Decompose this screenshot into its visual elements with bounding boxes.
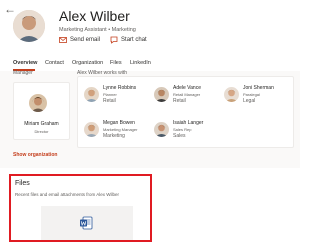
person-department: Legal xyxy=(243,98,256,104)
profile-header: ← Alex Wilber Marketing Assistant • Mark… xyxy=(0,0,300,58)
person-department: Retail xyxy=(173,98,186,104)
send-email-label: Send email xyxy=(70,37,101,43)
manager-label: Manager xyxy=(13,70,33,76)
person-title: Sales Rep xyxy=(173,127,192,132)
word-document-icon xyxy=(80,216,93,230)
avatar xyxy=(29,94,47,112)
person-card[interactable]: Isaiah Langer Sales Rep Sales xyxy=(154,120,214,140)
avatar xyxy=(84,122,99,137)
send-email-button[interactable]: Send email xyxy=(59,36,100,44)
tab-files[interactable]: Files xyxy=(110,60,122,66)
profile-name: Alex Wilber xyxy=(59,8,130,24)
person-department: Marketing xyxy=(103,133,125,139)
start-chat-label: Start chat xyxy=(121,37,147,43)
show-organization-link[interactable]: Show organization xyxy=(13,152,57,158)
avatar xyxy=(224,87,239,102)
person-title: Marketing Manager xyxy=(103,127,138,132)
start-chat-button[interactable]: Start chat xyxy=(110,36,147,44)
tab-organization[interactable]: Organization xyxy=(72,60,103,66)
person-name: Lynne Robbins xyxy=(103,85,137,91)
files-description: Recent files and email attachments from … xyxy=(15,192,120,197)
tab-linkedin[interactable]: LinkedIn xyxy=(130,60,151,66)
works-with-card: Lynne Robbins Planner Retail Adele Vance… xyxy=(77,76,294,148)
tab-contact[interactable]: Contact xyxy=(45,60,64,66)
person-card[interactable]: Megan Bowen Marketing Manager Marketing xyxy=(84,120,144,140)
files-section: Files Recent files and email attachments… xyxy=(9,174,152,242)
avatar xyxy=(154,122,169,137)
manager-name: Miriam Graham xyxy=(24,121,59,127)
person-card[interactable]: Adele Vance Retail Manager Retail xyxy=(154,85,214,105)
organization-section: Manager Miriam Graham Director Alex Wilb… xyxy=(0,70,300,168)
back-arrow-icon[interactable]: ← xyxy=(4,2,18,16)
file-tile[interactable] xyxy=(41,206,133,240)
avatar xyxy=(84,87,99,102)
person-title: Paralegal xyxy=(243,92,260,97)
person-card[interactable]: Joni Sherman Paralegal Legal xyxy=(224,85,284,105)
profile-tabs: Overview Contact Organization Files Link… xyxy=(0,58,300,72)
manager-title: Director xyxy=(34,129,49,134)
avatar xyxy=(154,87,169,102)
person-name: Isaiah Langer xyxy=(173,120,204,126)
tab-overview[interactable]: Overview xyxy=(13,60,37,66)
files-title: Files xyxy=(15,180,30,187)
profile-subtitle: Marketing Assistant • Marketing xyxy=(59,27,136,33)
profile-actions: Send email Start chat xyxy=(59,36,147,44)
person-name: Megan Bowen xyxy=(103,120,135,126)
person-name: Adele Vance xyxy=(173,85,201,91)
mail-icon xyxy=(59,37,67,43)
person-department: Retail xyxy=(103,98,116,104)
manager-card[interactable]: Miriam Graham Director xyxy=(13,82,70,140)
person-name: Joni Sherman xyxy=(243,85,274,91)
person-title: Retail Manager xyxy=(173,92,201,97)
person-department: Sales xyxy=(173,133,186,139)
chat-icon xyxy=(110,36,118,44)
person-title: Planner xyxy=(103,92,117,97)
profile-avatar xyxy=(13,10,45,42)
person-card[interactable]: Lynne Robbins Planner Retail xyxy=(84,85,144,105)
